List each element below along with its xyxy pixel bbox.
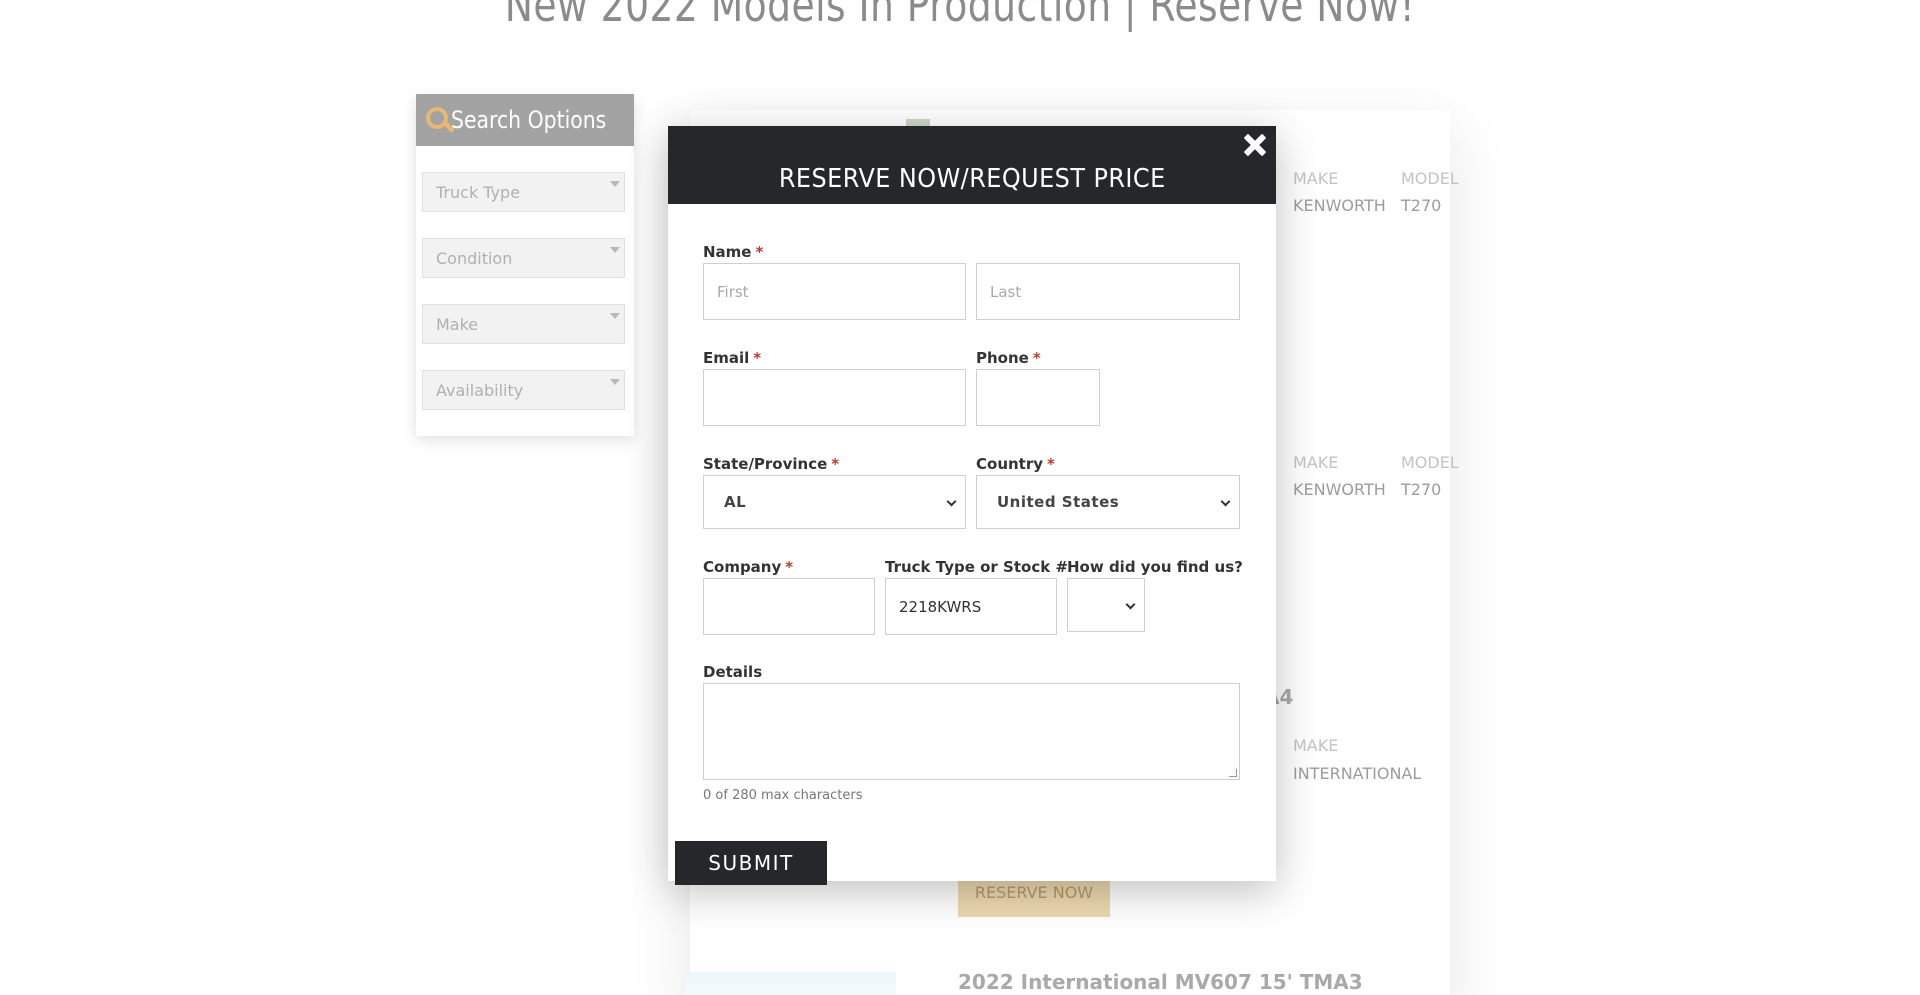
chevron-down-icon [1220, 496, 1231, 507]
listing-thumbnail [686, 972, 896, 995]
name-label: Name * [703, 243, 763, 261]
required-mark: * [785, 558, 794, 576]
how-found-select[interactable] [1067, 578, 1145, 632]
make-value: KENWORTH [1293, 196, 1386, 215]
search-options-panel: Search Options Truck Type Condition Make… [416, 94, 634, 436]
make-label: MAKE [1293, 453, 1339, 472]
filter-label: Condition [436, 249, 513, 268]
phone-field[interactable] [976, 369, 1100, 426]
character-count: 0 of 280 max characters [703, 788, 863, 803]
truck-stock-field[interactable]: 2218KWRS [885, 578, 1057, 635]
label-text: Company [703, 558, 782, 576]
search-icon [424, 105, 456, 135]
filter-availability[interactable]: Availability [422, 370, 625, 410]
reserve-modal: RESERVE NOW/REQUEST PRICE Name * First La… [668, 126, 1276, 881]
caret-down-icon [610, 247, 620, 253]
caret-down-icon [610, 313, 620, 319]
email-field[interactable] [703, 369, 966, 426]
make-value: KENWORTH [1293, 480, 1386, 499]
page-title: New 2022 Models In Production | Reserve … [504, 0, 1416, 32]
close-icon[interactable] [1240, 130, 1270, 160]
first-placeholder: First [717, 282, 749, 301]
resize-handle-icon[interactable] [1229, 769, 1237, 777]
make-label: MAKE [1293, 169, 1339, 188]
listing-title[interactable]: 2022 International MV607 15' TMA3 [958, 970, 1363, 994]
filter-label: Availability [436, 381, 524, 400]
filter-condition[interactable]: Condition [422, 238, 625, 278]
required-mark: * [755, 243, 764, 261]
filter-truck-type[interactable]: Truck Type [422, 172, 625, 212]
filter-label: Truck Type [436, 183, 521, 202]
details-textarea[interactable] [703, 683, 1240, 780]
required-mark: * [1032, 349, 1041, 367]
modal-header: RESERVE NOW/REQUEST PRICE [668, 126, 1276, 204]
model-label: MODEL [1401, 453, 1459, 472]
caret-down-icon [610, 379, 620, 385]
email-label: Email * [703, 349, 761, 367]
required-mark: * [753, 349, 762, 367]
truck-type-label: Truck Type or Stock # [885, 558, 1068, 576]
chevron-down-icon [1125, 599, 1136, 610]
country-label: Country * [976, 455, 1055, 473]
phone-label: Phone * [976, 349, 1041, 367]
state-select[interactable]: AL [703, 475, 966, 529]
last-name-field[interactable]: Last [976, 263, 1240, 320]
label-text: Name [703, 243, 752, 261]
label-text: Country [976, 455, 1044, 473]
model-label: MODEL [1401, 169, 1459, 188]
country-select[interactable]: United States [976, 475, 1240, 529]
search-options-header: Search Options [416, 94, 634, 146]
first-name-field[interactable]: First [703, 263, 966, 320]
filter-label: Make [436, 315, 479, 334]
truck-stock-value: 2218KWRS [899, 597, 982, 616]
model-value: T270 [1401, 196, 1442, 215]
search-options-title: Search Options [451, 106, 607, 134]
last-placeholder: Last [990, 282, 1022, 301]
modal-title: RESERVE NOW/REQUEST PRICE [778, 164, 1166, 194]
company-label: Company * [703, 558, 793, 576]
make-value: INTERNATIONAL [1293, 764, 1422, 783]
filter-make[interactable]: Make [422, 304, 625, 344]
company-field[interactable] [703, 578, 875, 635]
label-text: State/Province [703, 455, 828, 473]
state-label: State/Province * [703, 455, 839, 473]
chevron-down-icon [946, 496, 957, 507]
page: New 2022 Models In Production | Reserve … [0, 0, 1920, 995]
required-mark: * [1047, 455, 1055, 473]
caret-down-icon [610, 181, 620, 187]
model-value: T270 [1401, 480, 1442, 499]
submit-button[interactable]: SUBMIT [675, 841, 827, 885]
country-value: United States [997, 493, 1120, 511]
required-mark: * [831, 455, 840, 473]
state-value: AL [724, 493, 747, 511]
label-text: Email [703, 349, 750, 367]
make-label: MAKE [1293, 736, 1339, 755]
details-label: Details [703, 663, 763, 681]
how-found-label: How did you find us? [1067, 558, 1243, 576]
label-text: Phone [976, 349, 1029, 367]
